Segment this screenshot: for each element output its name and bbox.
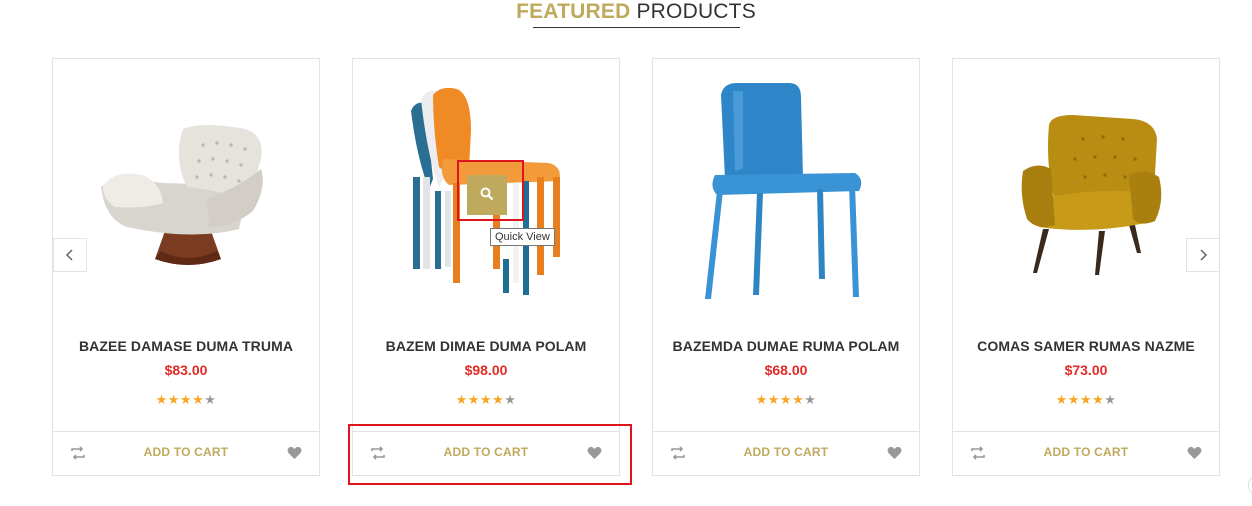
star-icon: ★ [1079, 392, 1093, 407]
compare-icon[interactable] [370, 446, 386, 460]
star-icon: ★ [479, 392, 493, 407]
product-price: $98.00 [464, 362, 508, 378]
star-icon: ★ [179, 392, 193, 407]
carousel-next-button[interactable] [1186, 238, 1220, 272]
product-image[interactable] [53, 59, 319, 321]
product-rating: ★★★★★ [953, 392, 1219, 408]
star-icon: ★ [1092, 392, 1105, 407]
star-icon: ★ [167, 392, 180, 407]
carousel-prev-button[interactable] [53, 238, 87, 272]
add-to-cart-button[interactable]: ADD TO CART [103, 445, 269, 459]
product-rating: ★★★★★ [53, 392, 319, 408]
section-title-accent: FEATURED [516, 0, 631, 23]
star-half-icon: ★ [204, 392, 217, 407]
product-name[interactable]: COMAS SAMER RUMAS NAZME [953, 338, 1219, 354]
search-icon [480, 187, 494, 201]
product-price: $83.00 [164, 362, 208, 378]
star-icon: ★ [155, 392, 168, 407]
chevron-left-icon [65, 249, 73, 261]
product-card: BAZEMDA DUMAE RUMA POLAM $68.00 ★★★★★ AD… [652, 58, 920, 476]
product-image[interactable] [953, 59, 1219, 321]
add-to-cart-button[interactable]: ADD TO CART [403, 445, 569, 459]
product-image[interactable] [653, 59, 919, 321]
product-card: BAZEE DAMASE DUMA TRUMA $83.00 ★★★★★ ADD… [52, 58, 320, 476]
product-actions: ADD TO CART [953, 431, 1219, 476]
heart-icon[interactable] [287, 446, 302, 460]
product-card: BAZEM DIMAE DUMA POLAM $98.00 ★★★★★ ADD … [352, 58, 620, 476]
product-rating: ★★★★★ [353, 392, 619, 408]
star-icon: ★ [492, 392, 505, 407]
star-half-icon: ★ [504, 392, 517, 407]
product-actions: ADD TO CART [53, 431, 319, 476]
product-card: COMAS SAMER RUMAS NAZME $73.00 ★★★★★ ADD… [952, 58, 1220, 476]
quick-view-button[interactable] [467, 175, 507, 215]
chevron-right-icon [1200, 249, 1208, 261]
product-actions: ADD TO CART [653, 431, 919, 476]
add-to-cart-button[interactable]: ADD TO CART [703, 445, 869, 459]
star-icon: ★ [767, 392, 780, 407]
scroll-to-top-button[interactable] [1248, 474, 1252, 496]
compare-icon[interactable] [970, 446, 986, 460]
product-price: $73.00 [1064, 362, 1108, 378]
product-actions: ADD TO CART [353, 431, 619, 476]
star-empty-icon: ★ [804, 392, 817, 407]
section-title: FEATURED PRODUCTS [0, 0, 1252, 24]
product-name[interactable]: BAZEMDA DUMAE RUMA POLAM [653, 338, 919, 354]
product-name[interactable]: BAZEE DAMASE DUMA TRUMA [53, 338, 319, 354]
heart-icon[interactable] [587, 446, 602, 460]
add-to-cart-button[interactable]: ADD TO CART [1003, 445, 1169, 459]
section-title-rest: PRODUCTS [630, 0, 756, 23]
star-icon: ★ [192, 392, 205, 407]
product-rating: ★★★★★ [653, 392, 919, 408]
heart-icon[interactable] [1187, 446, 1202, 460]
product-name[interactable]: BAZEM DIMAE DUMA POLAM [353, 338, 619, 354]
section-title-underline [533, 27, 740, 28]
quick-view-tooltip: Quick View [490, 228, 555, 246]
star-icon: ★ [755, 392, 768, 407]
star-icon: ★ [1055, 392, 1068, 407]
star-icon: ★ [792, 392, 805, 407]
star-icon: ★ [467, 392, 480, 407]
compare-icon[interactable] [670, 446, 686, 460]
star-icon: ★ [779, 392, 793, 407]
star-icon: ★ [1067, 392, 1080, 407]
heart-icon[interactable] [887, 446, 902, 460]
product-price: $68.00 [764, 362, 808, 378]
star-empty-icon: ★ [1104, 392, 1117, 407]
compare-icon[interactable] [70, 446, 86, 460]
star-icon: ★ [455, 392, 468, 407]
